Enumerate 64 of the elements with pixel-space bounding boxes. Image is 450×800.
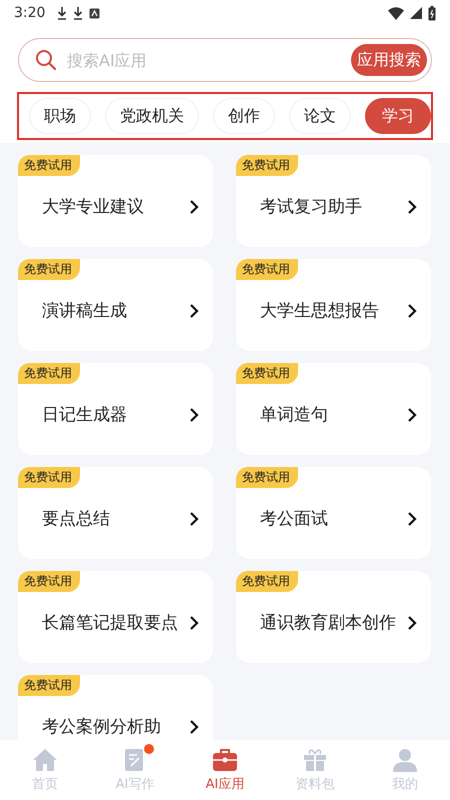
- app-title: 演讲稿生成: [42, 300, 128, 323]
- chevron-right-icon: [189, 719, 199, 735]
- app-card[interactable]: 免费试用 大学专业建议: [18, 155, 213, 247]
- app-title: 日记生成器: [42, 404, 128, 427]
- search-button[interactable]: 应用搜索: [351, 44, 427, 76]
- trial-badge: 免费试用: [236, 363, 298, 384]
- app-title: 单词造句: [260, 404, 329, 427]
- trial-badge: 免费试用: [18, 363, 80, 384]
- chevron-right-icon: [407, 199, 417, 215]
- download-icon: [73, 6, 84, 20]
- trial-badge: 免费试用: [18, 675, 80, 696]
- chevron-right-icon: [407, 511, 417, 527]
- app-title: 通识教育剧本创作: [260, 612, 397, 635]
- category-tab[interactable]: 职场: [29, 98, 91, 134]
- trial-badge: 免费试用: [18, 155, 80, 176]
- trial-badge: 免费试用: [236, 155, 298, 176]
- download-icon: [57, 6, 68, 20]
- search-field[interactable]: 搜索AI应用 应用搜索: [18, 38, 432, 82]
- trial-badge: 免费试用: [236, 571, 298, 592]
- chevron-right-icon: [189, 407, 199, 423]
- search-icon: [35, 49, 57, 71]
- app-card[interactable]: 免费试用 演讲稿生成: [18, 259, 213, 351]
- category-tab[interactable]: 论文: [289, 98, 351, 134]
- app-card[interactable]: 免费试用 考公面试: [236, 467, 431, 559]
- app-card[interactable]: 免费试用 日记生成器: [18, 363, 213, 455]
- category-tab[interactable]: 党政机关: [105, 98, 199, 134]
- trial-badge: 免费试用: [18, 259, 80, 280]
- signal-icon: [410, 7, 422, 19]
- wifi-icon: [388, 6, 404, 20]
- app-card[interactable]: 免费试用 大学生思想报告: [236, 259, 431, 351]
- app-card[interactable]: 免费试用 通识教育剧本创作: [236, 571, 431, 663]
- home-icon: [32, 748, 58, 772]
- app-title: 考公案例分析助: [42, 716, 162, 739]
- chevron-right-icon: [407, 407, 417, 423]
- app-title: 大学生思想报告: [260, 300, 380, 323]
- chevron-right-icon: [189, 615, 199, 631]
- app-card[interactable]: 免费试用 单词造句: [236, 363, 431, 455]
- toolbox-icon: [212, 748, 238, 772]
- category-tab[interactable]: 学习: [365, 98, 431, 134]
- trial-badge: 免费试用: [18, 571, 80, 592]
- app-card[interactable]: 免费试用 要点总结: [18, 467, 213, 559]
- chevron-right-icon: [407, 303, 417, 319]
- app-title: 长篇笔记提取要点: [42, 612, 179, 635]
- app-title: 大学专业建议: [42, 196, 145, 219]
- app-title: 要点总结: [42, 508, 111, 531]
- trial-badge: 免费试用: [236, 467, 298, 488]
- trial-badge: 免费试用: [236, 259, 298, 280]
- app-card[interactable]: 免费试用 长篇笔记提取要点: [18, 571, 213, 663]
- nav-tab[interactable]: AI应用: [180, 740, 270, 800]
- chevron-right-icon: [189, 511, 199, 527]
- chevron-right-icon: [189, 303, 199, 319]
- trial-badge: 免费试用: [18, 467, 80, 488]
- app-title: 考公面试: [260, 508, 329, 531]
- user-icon: [393, 748, 417, 772]
- gift-icon: [303, 748, 327, 772]
- app-card[interactable]: 免费试用 考公案例分析助: [18, 675, 213, 740]
- chevron-right-icon: [407, 615, 417, 631]
- status-time: 3:20: [14, 5, 46, 21]
- category-tab[interactable]: 创作: [213, 98, 275, 134]
- app-title: 考试复习助手: [260, 196, 363, 219]
- chevron-right-icon: [189, 199, 199, 215]
- app-card[interactable]: 免费试用 考试复习助手: [236, 155, 431, 247]
- battery-icon: [428, 6, 436, 20]
- notification-icon: [89, 8, 100, 18]
